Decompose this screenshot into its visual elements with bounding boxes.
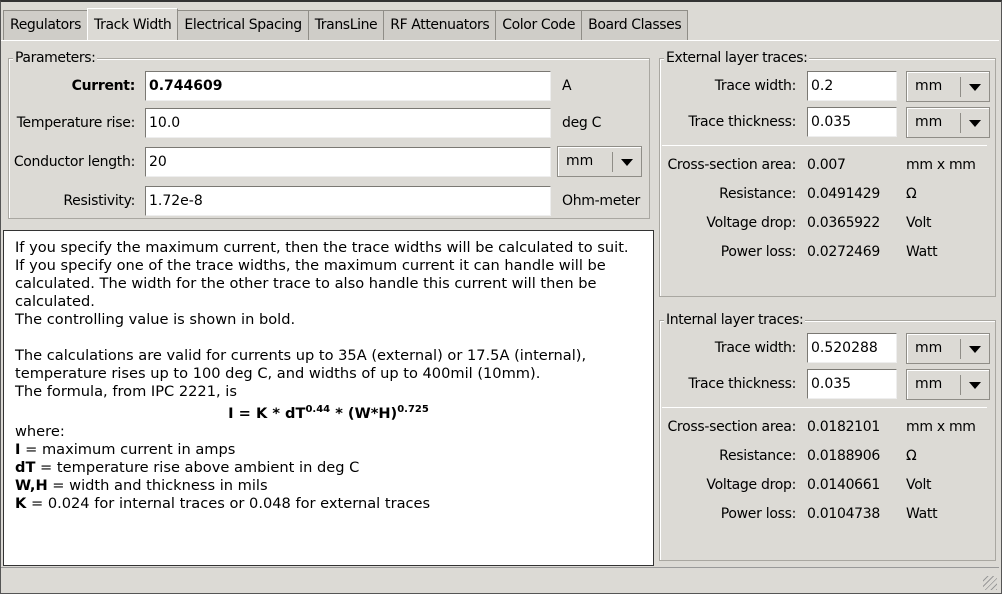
tab-transline[interactable]: TransLine (307, 10, 385, 40)
length-input[interactable]: 20 (145, 147, 551, 177)
tab-board-classes[interactable]: Board Classes (581, 10, 689, 40)
help-line: If you specify the maximum current, then… (15, 239, 629, 256)
external-result-unit: mm x mm (906, 157, 976, 173)
divider (662, 145, 987, 146)
help-line: The controlling value is shown in bold. (15, 311, 296, 328)
internal-result-value: 0.0188906 (807, 448, 881, 464)
resistivity-label: Resistivity: (63, 193, 135, 209)
internal-result-value: 0.0104738 (807, 506, 881, 522)
help-where: where: (15, 422, 65, 440)
def-line: dT = temperature rise above ambient in d… (15, 458, 360, 476)
external-result-value: 0.0365922 (807, 215, 881, 231)
external-traces-group: External layer traces: Trace width: 0.2 m… (659, 50, 996, 297)
external-result-label: Voltage drop: (706, 215, 796, 231)
external-result-value: 0.0491429 (807, 186, 881, 202)
tab-regulators[interactable]: Regulators (3, 10, 89, 40)
external-result-value: 0.007 (807, 157, 846, 173)
resize-grip-icon[interactable] (983, 576, 997, 590)
unit-value: mm (915, 340, 943, 356)
resistivity-unit: Ohm-meter (562, 193, 640, 209)
current-unit: A (562, 78, 572, 94)
internal-trace-thickness-input[interactable]: 0.035 (807, 369, 897, 399)
external-result-value: 0.0272469 (807, 244, 881, 260)
internal-result-label: Cross-section area: (667, 419, 796, 435)
formula: I = K * dT0.44 * (W*H)0.725 (228, 404, 429, 422)
internal-trace-width-label: Trace width: (714, 340, 797, 356)
dropdown-arrow-icon (621, 159, 633, 166)
parameters-title: Parameters: (13, 50, 98, 66)
internal-result-label: Voltage drop: (706, 477, 796, 493)
unit-value: mm (915, 114, 943, 130)
internal-traces-group: Internal layer traces: Trace width: 0.520… (659, 312, 996, 561)
dropdown-arrow-icon (969, 346, 981, 353)
external-result-label: Resistance: (719, 186, 796, 202)
external-result-label: Cross-section area: (667, 157, 796, 173)
current-input[interactable]: 0.744609 (145, 71, 551, 101)
tab-bar: Regulators Track Width Electrical Spacin… (3, 8, 689, 40)
internal-trace-thickness-label: Trace thickness: (688, 376, 796, 392)
unit-value: mm (915, 376, 943, 392)
help-line: The calculations are valid for currents … (15, 347, 587, 382)
unit-value: mm (915, 78, 943, 94)
length-unit-value: mm (566, 153, 594, 169)
internal-result-value: 0.0140661 (807, 477, 881, 493)
tab-electrical-spacing[interactable]: Electrical Spacing (177, 10, 309, 40)
external-result-unit: Ω (906, 186, 917, 202)
status-bar (1, 567, 999, 592)
temp-rise-label: Temperature rise: (16, 115, 136, 131)
external-trace-width-input[interactable]: 0.2 (807, 71, 897, 101)
internal-result-label: Resistance: (719, 448, 796, 464)
internal-result-label: Power loss: (720, 506, 797, 522)
external-result-label: Power loss: (720, 244, 797, 260)
tab-color-code[interactable]: Color Code (495, 10, 583, 40)
internal-trace-width-input[interactable]: 0.520288 (807, 333, 897, 363)
internal-trace-thickness-unit-select[interactable]: mm (906, 369, 990, 400)
external-trace-width-unit-select[interactable]: mm (906, 71, 990, 102)
def-line: W,H = width and thickness in mils (15, 476, 268, 494)
def-line: K = 0.024 for internal traces or 0.048 f… (15, 494, 431, 512)
internal-title: Internal layer traces: (664, 312, 806, 328)
help-line (15, 329, 642, 347)
internal-result-unit: mm x mm (906, 419, 976, 435)
temp-rise-input[interactable]: 10.0 (145, 108, 551, 138)
def-line: I = maximum current in amps (15, 440, 236, 458)
external-trace-thickness-label: Trace thickness: (688, 114, 796, 130)
divider (662, 407, 987, 408)
length-unit-select[interactable]: mm (557, 146, 642, 177)
external-title: External layer traces: (664, 50, 810, 66)
external-result-unit: Watt (906, 244, 938, 260)
help-text: If you specify the maximum current, then… (3, 230, 654, 566)
temp-rise-unit: deg C (562, 115, 602, 131)
internal-result-value: 0.0182101 (807, 419, 881, 435)
external-result-unit: Volt (906, 215, 932, 231)
external-trace-thickness-input[interactable]: 0.035 (807, 107, 897, 137)
help-line: The formula, from IPC 2221, is (15, 383, 237, 400)
help-line: If you specify one of the trace widths, … (15, 257, 606, 310)
dropdown-arrow-icon (969, 84, 981, 91)
internal-result-unit: Ω (906, 448, 917, 464)
internal-result-unit: Volt (906, 477, 932, 493)
current-label: Current: (71, 78, 136, 94)
parameters-group: Parameters: Current: 0.744609 A Temperat… (8, 50, 650, 219)
external-trace-thickness-unit-select[interactable]: mm (906, 107, 990, 138)
resistivity-input[interactable]: 1.72e-8 (145, 186, 551, 216)
length-label: Conductor length: (13, 154, 135, 170)
tab-track-width[interactable]: Track Width (87, 8, 179, 40)
internal-result-unit: Watt (906, 506, 938, 522)
internal-trace-width-unit-select[interactable]: mm (906, 333, 990, 364)
dropdown-arrow-icon (969, 120, 981, 127)
track-width-panel: Parameters: Current: 0.744609 A Temperat… (1, 40, 999, 566)
external-trace-width-label: Trace width: (714, 78, 797, 94)
dropdown-arrow-icon (969, 382, 981, 389)
tab-rf-attenuators[interactable]: RF Attenuators (383, 10, 497, 40)
